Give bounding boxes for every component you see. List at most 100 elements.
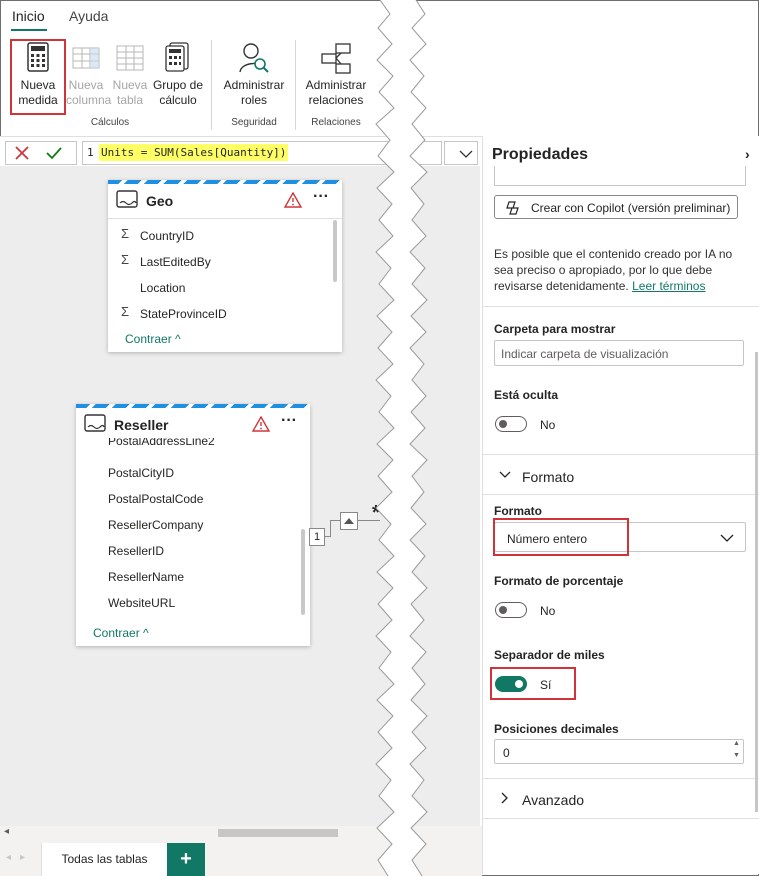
field-row[interactable]: LastEditedBy	[140, 255, 211, 269]
plus-icon: +	[180, 848, 192, 870]
calc-group-button[interactable]: Grupo de cálculo	[150, 42, 206, 108]
chevron-down-icon	[720, 534, 734, 542]
description-input[interactable]	[494, 166, 746, 186]
warning-icon[interactable]	[284, 192, 302, 208]
button-label-line2: roles	[240, 93, 267, 107]
chevron-right-icon	[501, 792, 508, 804]
button-label-line1: Nueva	[112, 78, 148, 92]
new-column-button[interactable]: Nueva columna	[66, 42, 111, 108]
card-stripe	[76, 404, 310, 408]
chevron-down-icon	[459, 150, 473, 158]
scroll-thumb[interactable]	[218, 829, 338, 837]
scrollbar[interactable]	[301, 529, 305, 615]
table-card-geo[interactable]: Geo ··· Σ CountryID Σ LastEditedBy Locat…	[108, 180, 342, 352]
cancel-x-icon[interactable]	[14, 145, 30, 161]
pane-scrollbar[interactable]	[755, 352, 758, 812]
pane-title: Propiedades	[492, 146, 589, 163]
ribbon-separator	[211, 40, 212, 130]
button-label-line1: Administrar	[223, 78, 285, 92]
table-card-reseller[interactable]: Reseller ··· PostalAddressLine2 PostalCi…	[76, 404, 310, 646]
add-tab-button[interactable]: +	[167, 843, 205, 876]
field-row[interactable]: WebsiteURL	[108, 596, 175, 610]
highlight-new-measure	[10, 39, 66, 115]
hidden-toggle[interactable]	[495, 416, 527, 432]
collapse-pane-icon[interactable]: ›	[745, 146, 750, 162]
field-row[interactable]: CountryID	[140, 229, 194, 243]
hidden-value: No	[540, 418, 556, 432]
section-divider	[483, 306, 759, 307]
more-options-icon[interactable]: ···	[281, 412, 297, 430]
relationship-line	[330, 520, 331, 537]
copilot-button-label: Crear con Copilot (versión preliminar)	[531, 201, 731, 215]
highlight-thousands-separator	[490, 667, 576, 700]
tab-label: Inicio	[12, 8, 45, 24]
copilot-icon	[506, 201, 519, 215]
field-row[interactable]: Location	[140, 281, 185, 295]
percent-format-label: Formato de porcentaje	[494, 574, 624, 588]
more-options-icon[interactable]: ···	[313, 188, 329, 206]
commit-check-icon[interactable]	[45, 145, 63, 161]
spin-up-icon[interactable]: ▲	[733, 740, 740, 747]
field-row[interactable]: ResellerName	[108, 570, 184, 584]
cross-filter-icon	[340, 512, 358, 530]
section-divider	[483, 818, 759, 819]
table-title: Reseller	[114, 417, 169, 433]
group-label-security: Seguridad	[231, 117, 277, 128]
card-header-divider	[108, 218, 342, 219]
field-row[interactable]: ResellerID	[108, 544, 164, 558]
table-icon	[116, 190, 138, 208]
sigma-icon: Σ	[121, 252, 130, 267]
button-label-line1: Nueva	[68, 78, 104, 92]
button-label-line1: Grupo de	[152, 78, 204, 92]
section-title: Formato	[522, 469, 575, 485]
field-row[interactable]: PostalAddressLine2	[108, 438, 215, 448]
new-table-button[interactable]: Nueva tabla	[111, 42, 149, 108]
percent-toggle[interactable]	[495, 602, 527, 618]
field-row[interactable]: StateProvinceID	[140, 307, 227, 321]
calculation-group-icon	[165, 42, 189, 72]
tab-all-tables[interactable]: Todas las tablas	[41, 843, 168, 876]
manage-roles-button[interactable]: Administrar roles	[220, 42, 288, 108]
percent-value: No	[540, 604, 556, 618]
user-search-icon	[239, 43, 269, 73]
collapse-link[interactable]: Contraer ^	[125, 332, 181, 346]
display-folder-input[interactable]: Indicar carpeta de visualización	[494, 340, 744, 366]
button-label-line2: cálculo	[159, 93, 197, 107]
tab-scroll-right-icon[interactable]: ▸	[20, 852, 25, 863]
format-section-header[interactable]: Formato	[483, 460, 759, 492]
tab-ayuda[interactable]: Ayuda	[69, 8, 108, 24]
field-row[interactable]: PostalPostalCode	[108, 492, 203, 506]
torn-edge-decoration	[375, 0, 428, 876]
collapse-link[interactable]: Contraer ^	[93, 626, 149, 640]
decimal-places-input[interactable]: 0 ▲ ▼	[494, 739, 744, 764]
tab-scroll-left-icon[interactable]: ◂	[6, 852, 11, 863]
chevron-down-icon	[499, 471, 511, 478]
scrollbar[interactable]	[333, 220, 337, 282]
button-label-line2: tabla	[116, 93, 144, 107]
formula-line-number: 1	[87, 146, 94, 159]
advanced-section-header[interactable]: Avanzado	[483, 783, 759, 815]
table-column-icon	[72, 47, 100, 69]
sigma-icon: Σ	[121, 304, 130, 319]
group-label-calculations: Cálculos	[90, 117, 130, 128]
scroll-left-icon[interactable]: ◂	[4, 826, 9, 837]
copilot-button[interactable]: Crear con Copilot (versión preliminar)	[494, 195, 738, 219]
thousands-separator-label: Separador de miles	[494, 648, 605, 662]
field-row[interactable]: ResellerCompany	[108, 518, 203, 532]
warning-icon[interactable]	[252, 416, 270, 432]
format-label: Formato	[494, 504, 542, 518]
relationships-icon	[321, 43, 351, 74]
read-terms-link[interactable]: Leer términos	[632, 279, 705, 293]
tab-inicio[interactable]: Inicio	[12, 8, 45, 24]
sigma-icon: Σ	[121, 226, 130, 241]
active-tab-indicator	[11, 29, 47, 31]
card-stripe	[108, 180, 342, 184]
properties-pane: Propiedades › Crear con Copilot (versión…	[482, 136, 759, 874]
spin-down-icon[interactable]: ▼	[733, 752, 740, 759]
ai-notice: Es posible que el contenido creado por I…	[494, 246, 748, 294]
display-folder-label: Carpeta para mostrar	[494, 322, 616, 336]
field-row[interactable]: PostalCityID	[108, 466, 174, 480]
ribbon-separator	[295, 40, 296, 130]
tab-label: Todas las tablas	[61, 852, 148, 866]
highlight-format-value	[493, 518, 629, 556]
